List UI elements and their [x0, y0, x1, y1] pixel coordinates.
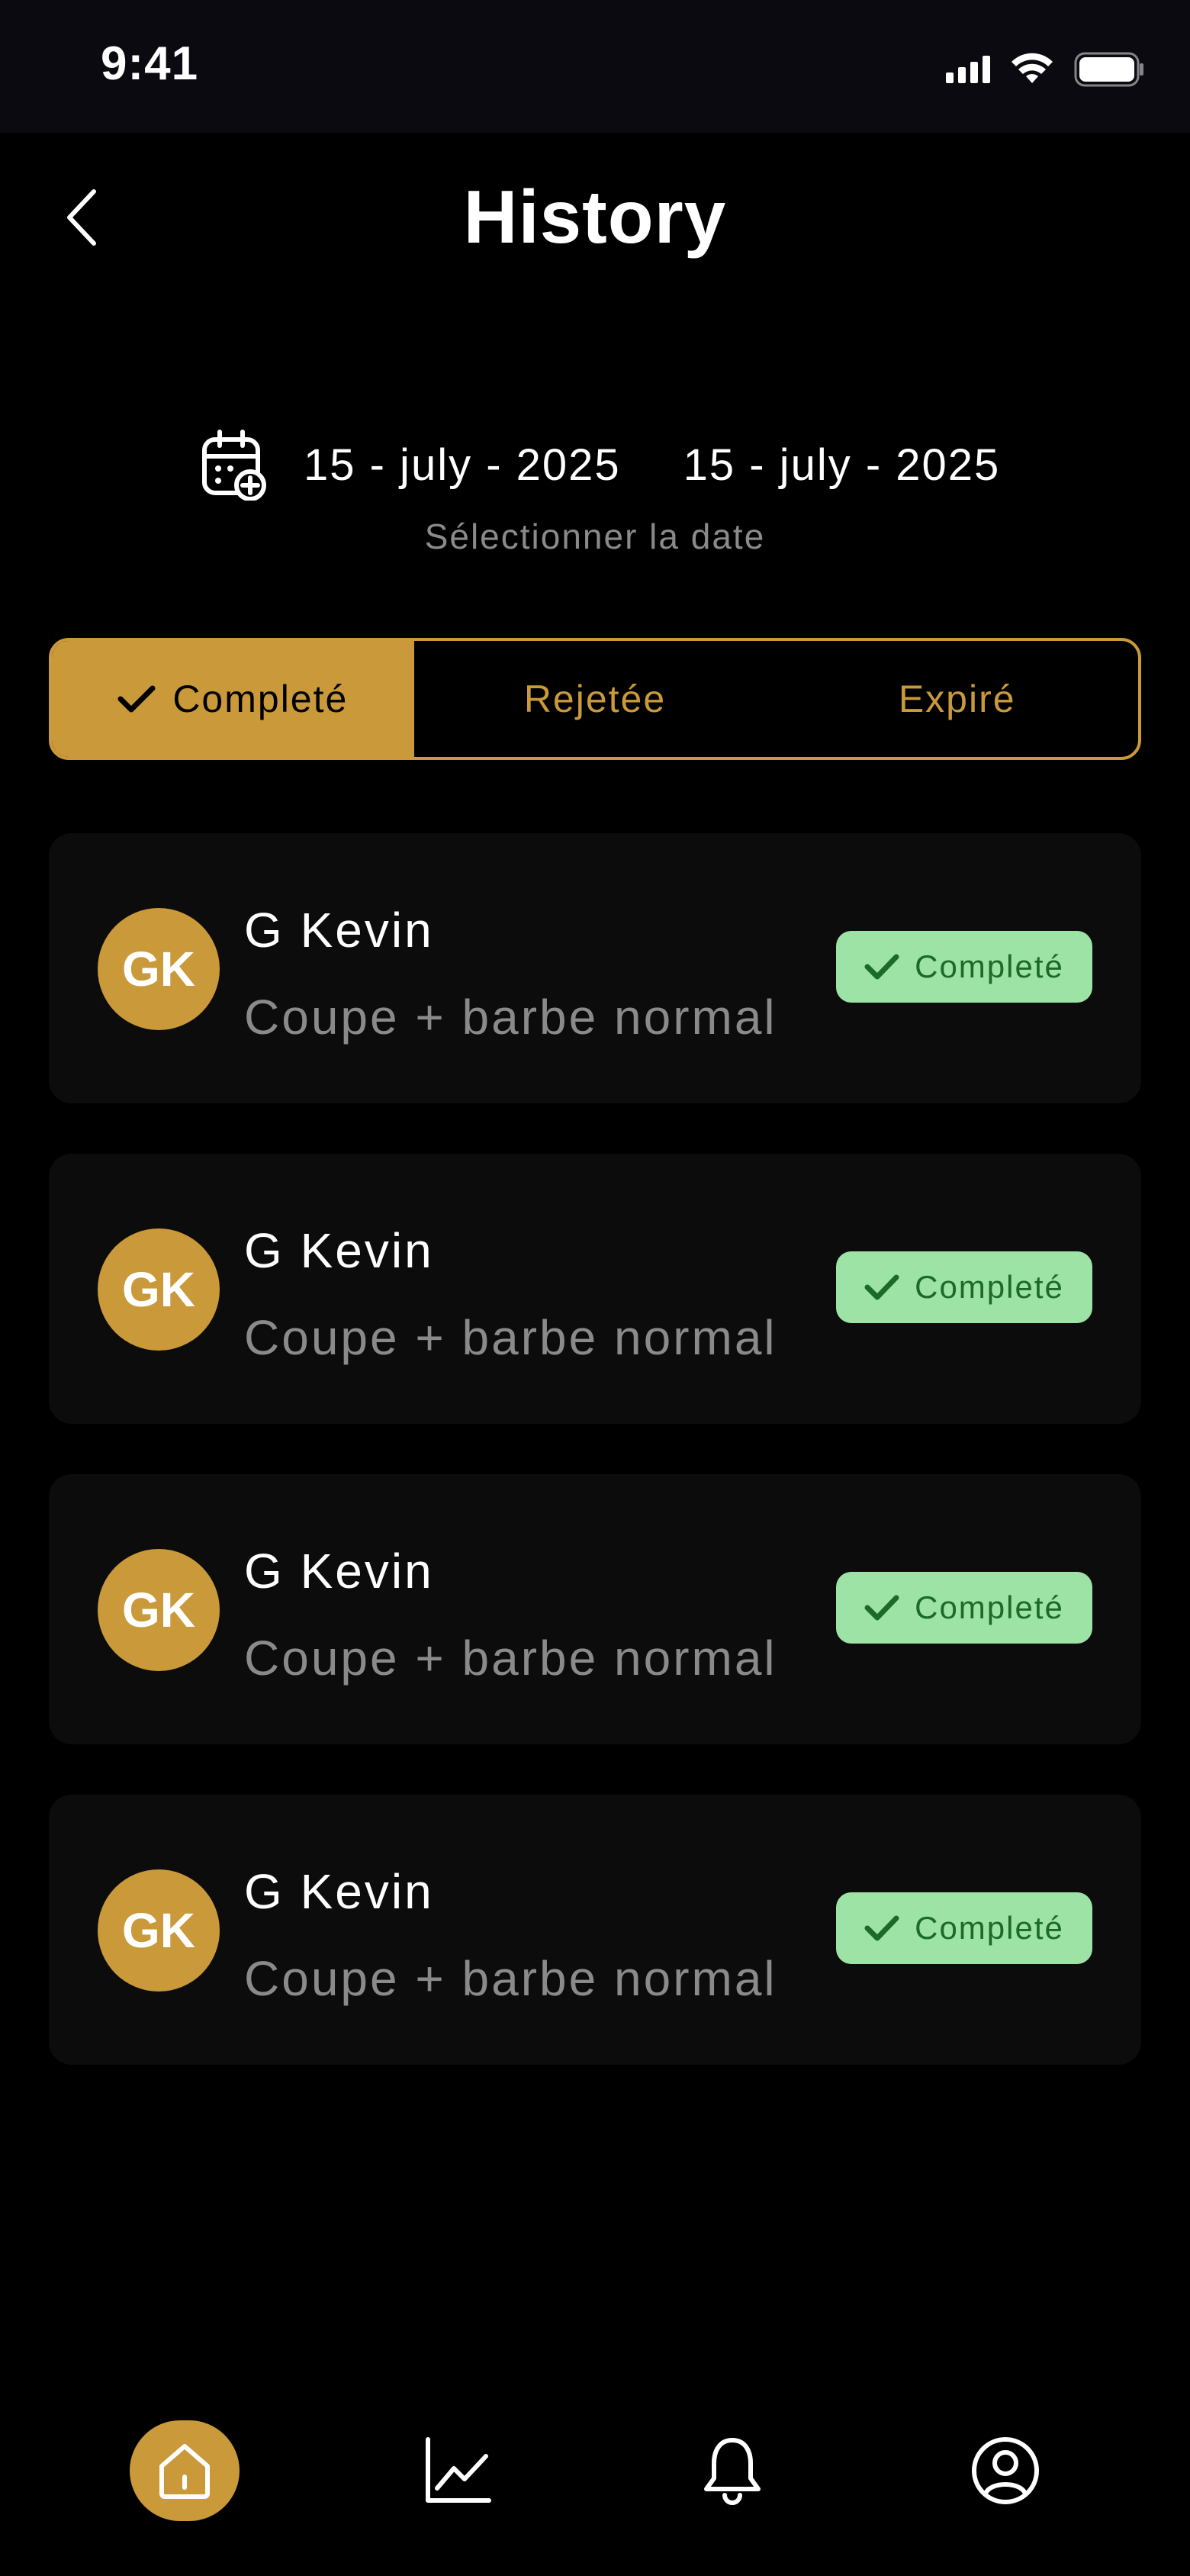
status-icons — [946, 52, 1144, 87]
avatar: GK — [98, 1869, 220, 1992]
avatar: GK — [98, 1549, 220, 1671]
service-name: Coupe + barbe normal — [244, 1310, 777, 1365]
status-badge: Completé — [836, 1251, 1092, 1323]
nav-stats[interactable] — [403, 2420, 513, 2521]
nav-profile[interactable] — [950, 2420, 1060, 2521]
nav-notifications[interactable] — [677, 2420, 787, 2521]
check-icon — [864, 1274, 899, 1300]
tab-label: Expiré — [898, 678, 1016, 720]
status-time: 9:41 — [101, 37, 199, 90]
history-card[interactable]: GK G Kevin Coupe + barbe normal Completé — [49, 1154, 1141, 1424]
status-badge: Completé — [836, 1572, 1092, 1644]
history-card[interactable]: GK G Kevin Coupe + barbe normal Completé — [49, 833, 1141, 1103]
service-name: Coupe + barbe normal — [244, 1631, 777, 1686]
check-icon — [864, 1915, 899, 1941]
tab-complete[interactable]: Completé — [52, 641, 414, 757]
home-icon — [159, 2444, 210, 2499]
status-label: Completé — [915, 1589, 1064, 1625]
status-label: Completé — [915, 1269, 1064, 1305]
history-card[interactable]: GK G Kevin Coupe + barbe normal Completé — [49, 1795, 1141, 2065]
client-name: G Kevin — [244, 1544, 434, 1599]
battery-icon — [1074, 52, 1143, 87]
start-date[interactable]: 15 - july - 2025 — [304, 440, 621, 491]
end-date[interactable]: 15 - july - 2025 — [683, 440, 1001, 491]
date-hint: Sélectionner la date — [424, 517, 766, 556]
status-bar: 9:41 — [0, 0, 1190, 133]
tab-rejected[interactable]: Rejetée — [414, 641, 777, 757]
tab-label: Rejetée — [523, 678, 667, 720]
service-name: Coupe + barbe normal — [244, 990, 777, 1045]
signal-icon — [946, 56, 990, 83]
service-name: Coupe + barbe normal — [244, 1951, 777, 2006]
status-label: Completé — [915, 948, 1064, 984]
status-label: Completé — [915, 1910, 1064, 1946]
check-icon — [864, 954, 899, 980]
wifi-icon — [1011, 53, 1053, 83]
client-name: G Kevin — [244, 1223, 434, 1278]
chart-icon — [426, 2437, 491, 2503]
calendar-add-icon[interactable] — [201, 429, 267, 501]
avatar: GK — [98, 908, 220, 1030]
nav-home[interactable] — [130, 2420, 240, 2521]
history-card[interactable]: GK G Kevin Coupe + barbe normal Completé — [49, 1474, 1141, 1744]
bell-icon — [704, 2438, 761, 2505]
screen: 9:41 History 15 - july - 2025 15 - july … — [0, 0, 1190, 2576]
avatar: GK — [98, 1228, 220, 1351]
check-icon — [117, 685, 156, 713]
tab-expired[interactable]: Expiré — [776, 641, 1138, 757]
check-icon — [864, 1595, 899, 1621]
client-name: G Kevin — [244, 903, 434, 958]
bottom-nav — [0, 2411, 1190, 2533]
tab-label: Completé — [172, 678, 349, 720]
status-tabs: Completé Rejetée Expiré — [49, 638, 1141, 760]
profile-icon — [972, 2437, 1039, 2504]
date-range[interactable]: 15 - july - 2025 15 - july - 2025 — [201, 429, 1000, 501]
status-badge: Completé — [836, 1892, 1092, 1964]
status-badge: Completé — [836, 931, 1092, 1003]
client-name: G Kevin — [244, 1864, 434, 1919]
page-title: History — [463, 175, 727, 259]
